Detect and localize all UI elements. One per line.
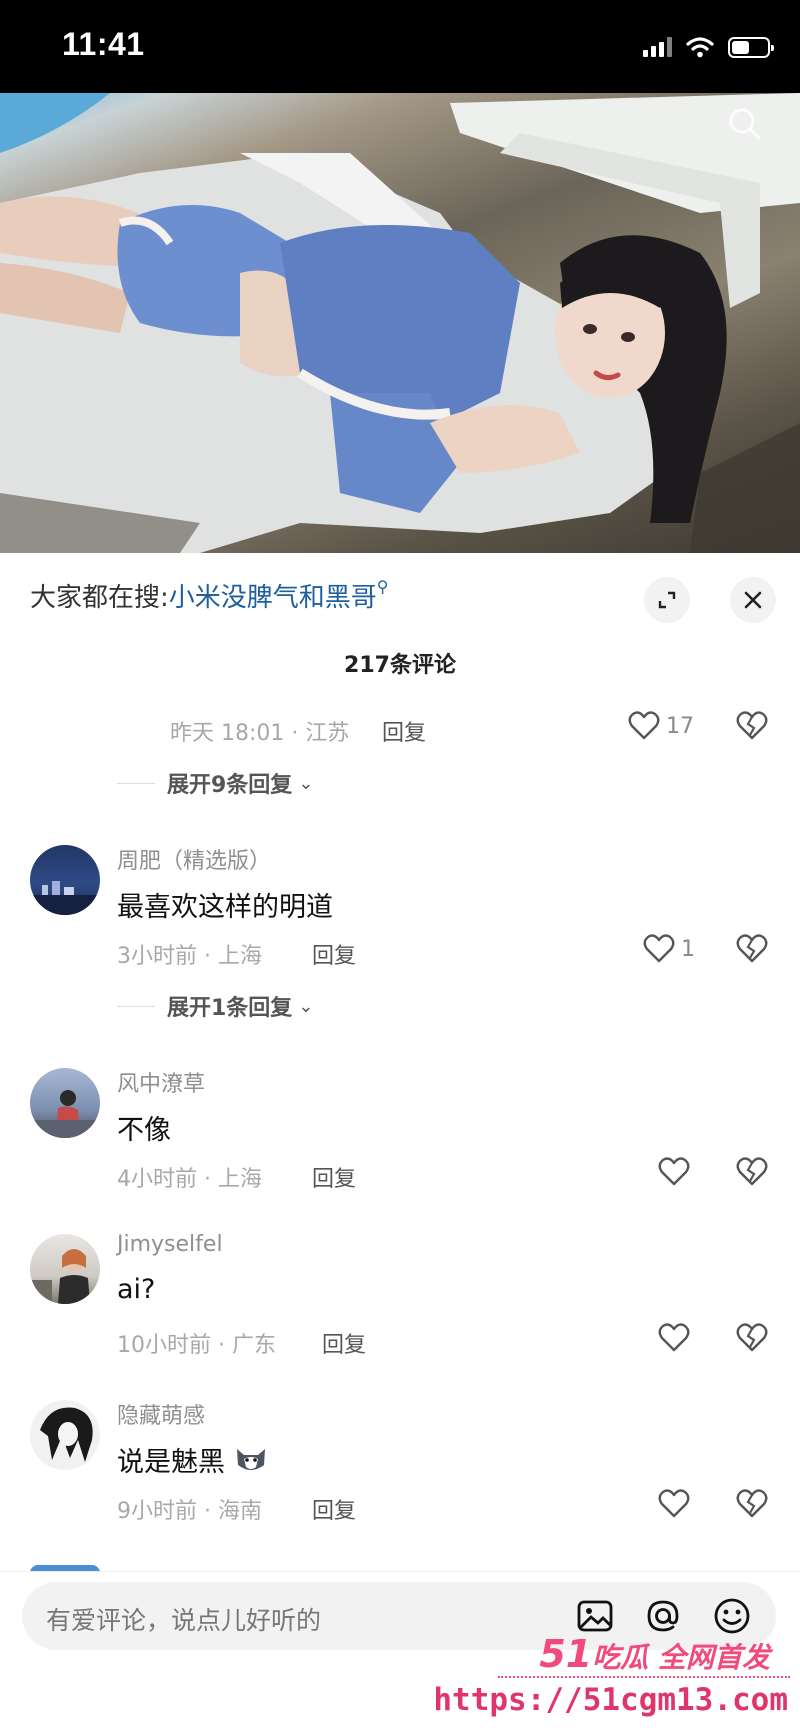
heart-icon xyxy=(628,711,660,740)
comment-text: ai? xyxy=(117,1274,156,1305)
dislike-icon[interactable] xyxy=(736,711,768,741)
dislike-icon[interactable] xyxy=(736,1157,768,1187)
comment-meta: 9小时前 · 海南 xyxy=(117,1499,262,1524)
reply-button[interactable]: 回复 xyxy=(382,715,426,747)
comment-username[interactable]: 周肥（精选版） xyxy=(117,843,271,875)
comment-input-placeholder: 有爱评论，说点儿好听的 xyxy=(46,1606,322,1635)
close-icon xyxy=(744,591,762,609)
comment-username[interactable]: 风中潦草 xyxy=(117,1066,205,1098)
at-icon[interactable] xyxy=(644,1597,682,1635)
chevron-down-icon: ⌄ xyxy=(298,995,314,1017)
reply-button[interactable]: 回复 xyxy=(312,1161,356,1193)
expand-icon xyxy=(658,591,676,609)
expand-replies-label: 展开9条回复 xyxy=(167,773,293,798)
reply-button[interactable]: 回复 xyxy=(322,1327,366,1359)
like-button[interactable]: 1 xyxy=(643,934,695,964)
reply-button[interactable]: 回复 xyxy=(312,1493,356,1525)
watermark-number: 51 xyxy=(539,1632,593,1676)
expand-replies[interactable]: 展开1条回复 ⌄ xyxy=(117,990,313,1022)
trending-search[interactable]: 大家都在搜:小米没脾气和黑哥⚲ xyxy=(30,577,389,614)
signal-icon xyxy=(643,37,672,57)
close-button[interactable] xyxy=(730,577,776,623)
dislike-icon[interactable] xyxy=(736,934,768,964)
watermark-url: https://51cgm13.com xyxy=(433,1682,788,1718)
comment-meta: 4小时前 · 上海 xyxy=(117,1167,262,1192)
dislike-icon[interactable] xyxy=(736,1489,768,1519)
comment-meta: 3小时前 · 上海 xyxy=(117,944,262,969)
watermark-slogan: 吃瓜 全网首发 xyxy=(592,1641,770,1674)
comment-count: 217条评论 xyxy=(344,653,456,678)
watermark-brand: 51吃瓜 全网首发 xyxy=(539,1632,770,1676)
comment-text-content: 说是魅黑 xyxy=(117,1447,225,1478)
avatar[interactable] xyxy=(30,1234,100,1304)
expand-button[interactable] xyxy=(644,577,690,623)
avatar[interactable] xyxy=(30,1400,100,1470)
expand-divider xyxy=(117,1005,155,1007)
comment-username[interactable]: 隐藏萌感 xyxy=(117,1398,205,1430)
expand-replies-label: 展开1条回复 xyxy=(167,996,293,1021)
trending-search-keyword[interactable]: 小米没脾气和黑哥 xyxy=(169,583,377,613)
emoji-icon[interactable] xyxy=(712,1596,752,1636)
expand-replies[interactable]: 展开9条回复 ⌄ xyxy=(117,767,313,799)
expand-divider xyxy=(117,782,155,784)
comment-sheet: 大家都在搜:小米没脾气和黑哥⚲ 217条评论 昨天 18:01 · 江苏 回复 … xyxy=(0,553,800,1731)
comment-username[interactable]: Jimyselfel xyxy=(117,1232,223,1257)
heart-icon xyxy=(643,934,675,963)
comment-text: 不像 xyxy=(117,1115,171,1146)
search-icon: ⚲ xyxy=(376,577,389,596)
avatar[interactable] xyxy=(30,845,100,915)
wifi-icon xyxy=(686,37,714,58)
comment-meta: 10小时前 · 广东 xyxy=(117,1333,276,1358)
like-button[interactable] xyxy=(658,1157,690,1187)
input-icons xyxy=(576,1596,752,1636)
status-icons xyxy=(643,36,774,58)
like-count: 1 xyxy=(681,936,695,962)
like-button[interactable]: 17 xyxy=(628,711,694,741)
like-count: 17 xyxy=(666,713,694,739)
trending-search-prefix: 大家都在搜: xyxy=(30,583,169,613)
husky-emoji-icon xyxy=(236,1449,265,1470)
status-time: 11:41 xyxy=(62,26,145,62)
heart-icon xyxy=(658,1157,690,1186)
comment-meta: 昨天 18:01 · 江苏 xyxy=(170,721,350,746)
heart-icon xyxy=(658,1323,690,1352)
like-button[interactable] xyxy=(658,1323,690,1353)
battery-icon xyxy=(728,36,774,58)
status-bar: 11:41 xyxy=(0,0,800,93)
avatar[interactable] xyxy=(30,1068,100,1138)
comment-text: 最喜欢这样的明道 xyxy=(117,892,333,923)
chevron-down-icon: ⌄ xyxy=(298,772,314,794)
like-button[interactable] xyxy=(658,1489,690,1519)
heart-icon xyxy=(658,1489,690,1518)
dislike-icon[interactable] xyxy=(736,1323,768,1353)
reply-button[interactable]: 回复 xyxy=(312,938,356,970)
image-icon[interactable] xyxy=(576,1597,614,1635)
post-photo[interactable] xyxy=(0,93,800,553)
comment-text: 说是魅黑 xyxy=(117,1440,268,1479)
